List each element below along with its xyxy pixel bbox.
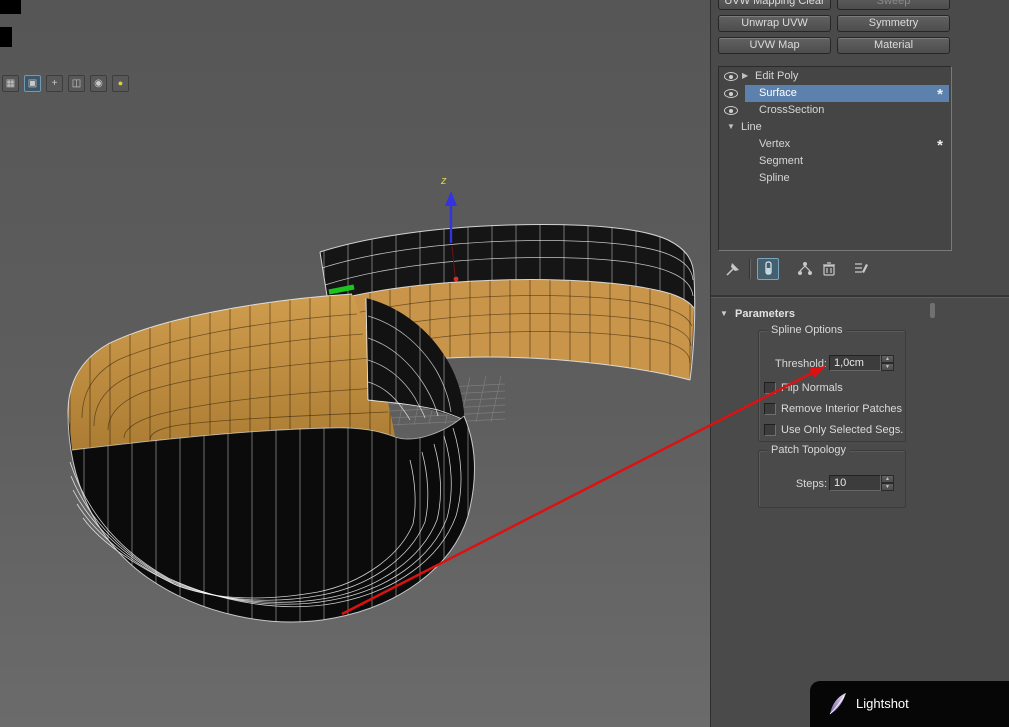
- pin-stack-icon[interactable]: [723, 259, 743, 279]
- stack-item-edit-poly[interactable]: ▶ Edit Poly: [719, 68, 951, 85]
- stack-item-label: Line: [741, 121, 762, 133]
- stack-item-label: Surface: [759, 87, 797, 99]
- checkbox-label: Remove Interior Patches: [781, 403, 902, 415]
- modifier-badge-icon: *: [937, 86, 943, 103]
- stack-item-crosssection[interactable]: CrossSection: [719, 102, 951, 119]
- patch-topology-group: Patch Topology Steps: 10 ▲ ▼: [758, 450, 906, 508]
- light-icon[interactable]: ●: [112, 75, 129, 92]
- z-axis-label: z: [441, 175, 447, 187]
- stack-item-spline[interactable]: Spline: [719, 170, 951, 187]
- spinner-down-icon[interactable]: ▼: [881, 483, 894, 491]
- remove-modifier-icon[interactable]: [819, 259, 839, 279]
- spline-options-group: Spline Options Threshold: 1,0cm ▲ ▼ Flip…: [758, 330, 906, 442]
- region-icon[interactable]: ◫: [68, 75, 85, 92]
- stack-item-vertex[interactable]: Vertex *: [719, 136, 951, 153]
- rollout-title: Parameters: [735, 304, 795, 324]
- lightshot-label: Lightshot: [856, 681, 909, 727]
- chevron-down-icon: ▼: [720, 304, 728, 324]
- group-legend: Spline Options: [767, 324, 847, 336]
- steps-input[interactable]: 10: [829, 475, 881, 491]
- symmetry-button[interactable]: Symmetry: [837, 15, 950, 32]
- application-window: z ▦ ▣ + ◫ ◉ ● UVW Mapping Clear Sweep Un…: [0, 0, 1009, 727]
- move-icon[interactable]: +: [46, 75, 63, 92]
- 3d-viewport[interactable]: z ▦ ▣ + ◫ ◉ ●: [0, 0, 710, 727]
- chevron-right-icon[interactable]: ▶: [742, 71, 748, 80]
- threshold-input[interactable]: 1,0cm: [829, 355, 881, 371]
- stack-item-label: Spline: [759, 172, 790, 184]
- spinner-up-icon[interactable]: ▲: [881, 355, 894, 363]
- modifier-badge-icon: *: [937, 137, 943, 154]
- toolbar-divider: [749, 259, 750, 279]
- threshold-spinner[interactable]: ▲ ▼: [881, 355, 894, 371]
- flip-normals-checkbox[interactable]: [764, 382, 776, 394]
- checkbox-label: Use Only Selected Segs.: [781, 424, 903, 436]
- sweep-button: Sweep: [837, 0, 950, 10]
- uvw-mapping-clear-button[interactable]: UVW Mapping Clear: [718, 0, 831, 10]
- visibility-eye-icon[interactable]: [724, 72, 738, 81]
- remove-interior-patches-checkbox[interactable]: [764, 403, 776, 415]
- uvw-map-button[interactable]: UVW Map: [718, 37, 831, 54]
- modifier-stack: ▶ Edit Poly Surface * CrossSection ▼ Lin…: [718, 66, 952, 251]
- steps-spinner[interactable]: ▲ ▼: [881, 475, 894, 491]
- visibility-eye-icon[interactable]: [724, 106, 738, 115]
- stack-item-surface[interactable]: Surface *: [719, 85, 951, 102]
- checkbox-label: Flip Normals: [781, 382, 843, 394]
- show-end-result-icon[interactable]: [757, 258, 779, 280]
- spinner-down-icon[interactable]: ▼: [881, 363, 894, 371]
- feather-icon: [827, 691, 849, 717]
- eye-icon[interactable]: ◉: [90, 75, 107, 92]
- threshold-label: Threshold:: [767, 358, 827, 370]
- panel-divider: [711, 295, 1009, 297]
- stack-item-label: Edit Poly: [755, 70, 798, 82]
- screen-corner-artifact: [0, 0, 21, 14]
- make-unique-icon[interactable]: [795, 259, 815, 279]
- screen-corner-artifact: [0, 27, 12, 47]
- layers-icon[interactable]: ▦: [2, 75, 19, 92]
- parameters-rollout-header[interactable]: ▼ Parameters: [711, 304, 1009, 324]
- stack-item-label: Vertex: [759, 138, 790, 150]
- select-object-icon[interactable]: ▣: [24, 75, 41, 92]
- group-legend: Patch Topology: [767, 444, 850, 456]
- command-panel: UVW Mapping Clear Sweep Unwrap UVW Symme…: [710, 0, 1009, 727]
- steps-label: Steps:: [767, 478, 827, 490]
- lightshot-overlay[interactable]: Lightshot: [810, 681, 1009, 727]
- chevron-down-icon[interactable]: ▼: [727, 122, 735, 131]
- lower-band-mesh: [68, 294, 474, 622]
- model-render: [0, 0, 710, 727]
- stack-item-segment[interactable]: Segment: [719, 153, 951, 170]
- rollout-scrollbar[interactable]: [930, 303, 935, 318]
- spinner-up-icon[interactable]: ▲: [881, 475, 894, 483]
- viewport-mini-toolbar: ▦ ▣ + ◫ ◉ ●: [2, 75, 129, 92]
- visibility-eye-icon[interactable]: [724, 89, 738, 98]
- unwrap-uvw-button[interactable]: Unwrap UVW: [718, 15, 831, 32]
- stack-item-label: Segment: [759, 155, 803, 167]
- use-only-selected-segs-checkbox[interactable]: [764, 424, 776, 436]
- configure-modifier-sets-icon[interactable]: [851, 259, 871, 279]
- stack-toolbar: [711, 256, 1009, 286]
- stack-item-label: CrossSection: [759, 104, 824, 116]
- material-button[interactable]: Material: [837, 37, 950, 54]
- stack-item-line[interactable]: ▼ Line: [719, 119, 951, 136]
